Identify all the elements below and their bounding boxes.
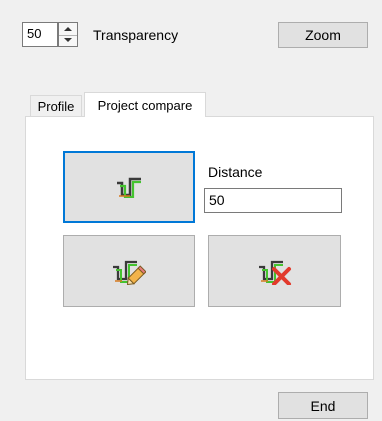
transparency-label: Transparency xyxy=(93,27,179,43)
end-button[interactable]: End xyxy=(278,392,368,419)
profile-compare-button[interactable] xyxy=(63,151,195,223)
tab-project-compare[interactable]: Project compare xyxy=(84,92,206,117)
zoom-button[interactable]: Zoom xyxy=(278,22,368,48)
distance-input[interactable]: 50 xyxy=(204,188,342,213)
edit-profile-icon xyxy=(113,260,146,285)
edit-profile-button[interactable] xyxy=(63,235,195,307)
arrow-down-icon xyxy=(64,38,72,43)
transparency-spinner[interactable] xyxy=(58,22,78,47)
tab-profile[interactable]: Profile xyxy=(30,95,82,117)
delete-profile-button[interactable] xyxy=(208,235,341,307)
profile-compare-icon xyxy=(117,177,141,198)
transparency-value-input[interactable]: 50 xyxy=(22,22,58,47)
arrow-up-icon xyxy=(64,26,72,31)
spin-down-button[interactable] xyxy=(59,35,77,47)
distance-label: Distance xyxy=(208,164,263,180)
delete-profile-icon xyxy=(258,260,291,285)
